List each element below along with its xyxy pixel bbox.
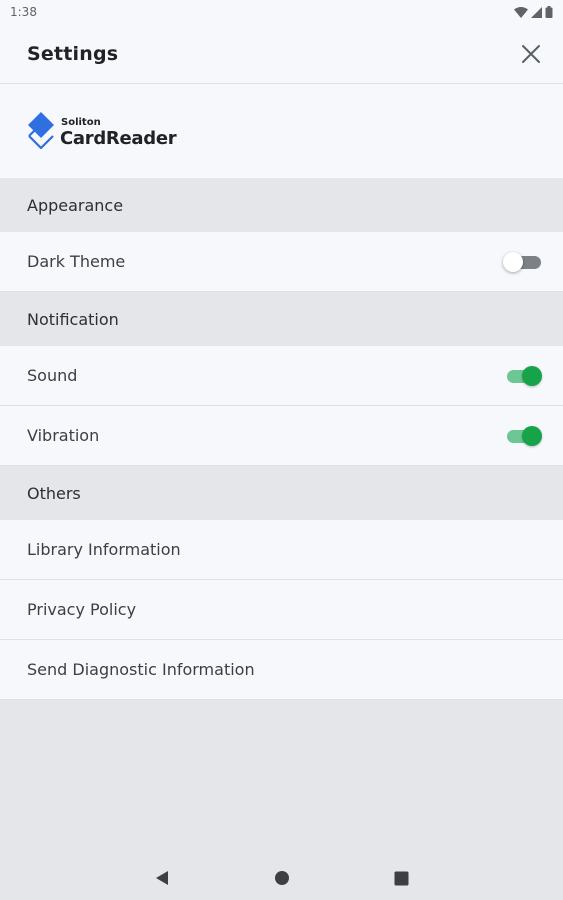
toggle-thumb bbox=[522, 425, 542, 446]
back-icon bbox=[155, 871, 168, 885]
vibration-row[interactable]: Vibration bbox=[0, 406, 563, 466]
toggle-thumb bbox=[522, 365, 542, 386]
page-title: Settings bbox=[27, 42, 119, 65]
navigation-bar bbox=[0, 856, 563, 900]
privacy-policy-label: Privacy Policy bbox=[27, 600, 137, 619]
battery-icon bbox=[545, 6, 553, 18]
home-button[interactable] bbox=[267, 863, 297, 893]
send-diagnostic-information-row[interactable]: Send Diagnostic Information bbox=[0, 640, 563, 700]
wifi-icon bbox=[514, 6, 528, 18]
library-information-label: Library Information bbox=[27, 540, 181, 559]
back-button[interactable] bbox=[147, 863, 177, 893]
logo-area: Soliton CardReader bbox=[0, 84, 563, 178]
sound-toggle[interactable] bbox=[503, 364, 543, 388]
recents-icon bbox=[394, 871, 409, 885]
app-bar: Settings bbox=[0, 24, 563, 84]
toggle-thumb bbox=[503, 251, 523, 272]
vibration-toggle[interactable] bbox=[503, 424, 543, 448]
dark-theme-toggle[interactable] bbox=[503, 250, 543, 274]
send-diagnostic-information-label: Send Diagnostic Information bbox=[27, 660, 255, 679]
cardreader-logo-icon bbox=[28, 112, 54, 150]
logo-product-name: CardReader bbox=[60, 128, 177, 149]
sound-row[interactable]: Sound bbox=[0, 346, 563, 406]
privacy-policy-row[interactable]: Privacy Policy bbox=[0, 580, 563, 640]
section-header-others: Others bbox=[0, 466, 563, 520]
dark-theme-row[interactable]: Dark Theme bbox=[0, 232, 563, 292]
vibration-label: Vibration bbox=[27, 426, 100, 445]
recents-button[interactable] bbox=[387, 863, 417, 893]
dark-theme-label: Dark Theme bbox=[27, 252, 126, 271]
signal-icon bbox=[531, 6, 542, 18]
logo-company-name: Soliton bbox=[61, 117, 101, 128]
section-header-notification: Notification bbox=[0, 292, 563, 346]
library-information-row[interactable]: Library Information bbox=[0, 520, 563, 580]
status-bar: 1:38 bbox=[0, 0, 563, 24]
home-icon bbox=[274, 871, 289, 885]
section-header-appearance: Appearance bbox=[0, 178, 563, 232]
sound-label: Sound bbox=[27, 366, 78, 385]
close-icon bbox=[522, 44, 540, 63]
logo-text: Soliton CardReader bbox=[60, 117, 177, 149]
close-button[interactable] bbox=[517, 40, 545, 68]
status-icons bbox=[514, 6, 553, 18]
status-time: 1:38 bbox=[10, 5, 37, 19]
